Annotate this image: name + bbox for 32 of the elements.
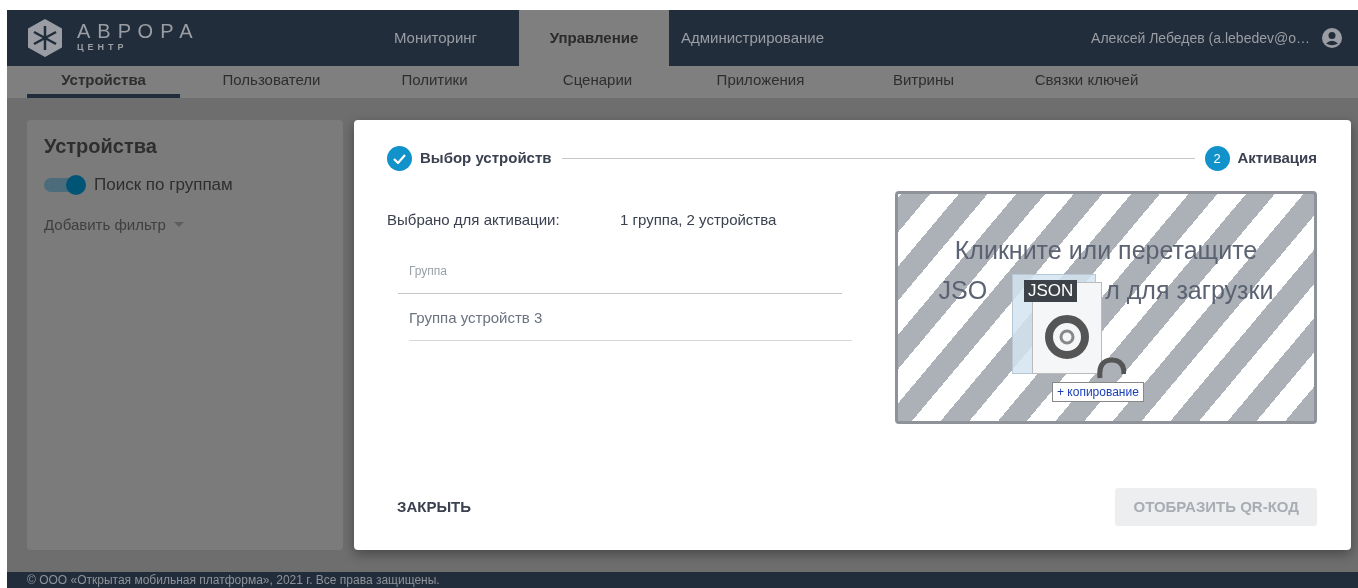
drag-tooltip: + копирование	[1052, 382, 1144, 402]
dropzone-text: л для загрузки	[1105, 275, 1274, 306]
sub-tab[interactable]: Связки ключей	[1005, 66, 1168, 98]
toggle-label: Поиск по группам	[94, 174, 233, 196]
add-filter-link[interactable]: Добавить фильтр	[44, 213, 166, 236]
sidebar-title: Устройства	[44, 134, 158, 158]
toggle-switch[interactable]	[44, 174, 86, 195]
selected-label: Выбрано для активации:	[387, 210, 561, 230]
step-label: Активация	[1237, 148, 1317, 169]
footer-text: © ООО «Открытая мобильная платформа», 2021 г. Все права защищены.	[7, 572, 1358, 588]
step-number: 2	[1204, 146, 1230, 171]
sub-tab[interactable]: Политики	[353, 66, 516, 98]
nav-tab[interactable]: Мониторинг	[352, 10, 519, 66]
logo-icon	[25, 18, 65, 58]
logo-subtitle: ЦЕНТР	[77, 41, 129, 55]
step-label: Выбор устройств	[420, 148, 552, 169]
close-button[interactable]: ЗАКРЫТЬ	[387, 487, 482, 526]
column-header: Группа	[398, 261, 842, 294]
sub-tab[interactable]: Устройства	[27, 66, 180, 98]
sub-tab[interactable]: Приложения	[679, 66, 842, 98]
sub-tab[interactable]: Сценарии	[516, 66, 679, 98]
logo-title: АВРОРА	[77, 21, 200, 42]
table-cell[interactable]: Группа устройств 3	[409, 293, 852, 341]
user-name[interactable]: Алексей Лебедев (a.lebedev@o…	[1091, 27, 1310, 49]
nav-tab[interactable]: Управление	[519, 10, 669, 66]
user-avatar-icon[interactable]	[1322, 28, 1342, 48]
sub-tab[interactable]: Витрины	[842, 66, 1005, 98]
selected-count: 1 группа, 2 устройства	[620, 210, 777, 230]
file-type-label: JSON	[1024, 280, 1078, 303]
nav-tab[interactable]: Администрирование	[669, 10, 836, 66]
caret-icon[interactable]	[173, 222, 184, 228]
sub-tab[interactable]: Пользователи	[190, 66, 353, 98]
